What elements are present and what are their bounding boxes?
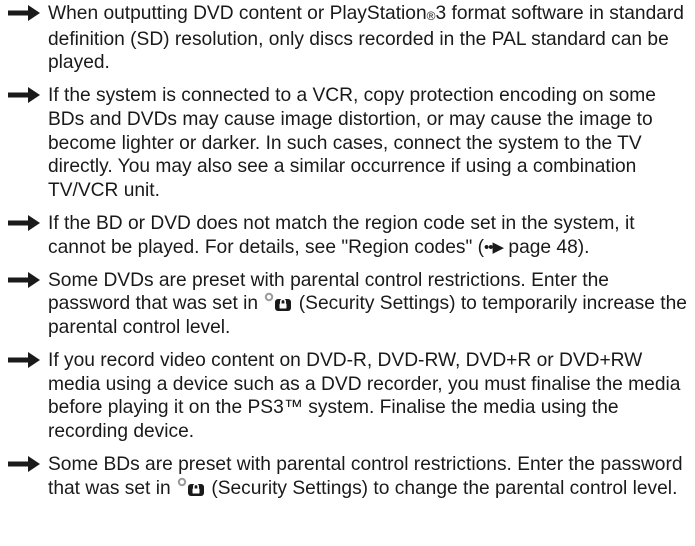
right-arrow-icon <box>8 271 40 288</box>
note-item: If the system is connected to a VCR, cop… <box>8 84 687 202</box>
security-settings-icon <box>176 477 206 497</box>
note-text: If the system is connected to a VCR, cop… <box>48 85 656 201</box>
page-reference-arrow-icon: ••▶ <box>484 238 504 256</box>
note-item: Some DVDs are preset with parental contr… <box>8 269 687 340</box>
registered-mark: ® <box>426 9 436 23</box>
note-item: If the BD or DVD does not match the regi… <box>8 212 687 259</box>
right-arrow-icon <box>8 352 40 369</box>
note-item: Some BDs are preset with parental contro… <box>8 453 687 500</box>
note-text: When outputting DVD content or PlayStati… <box>48 3 427 24</box>
note-text: page 48). <box>503 236 590 258</box>
right-arrow-icon <box>8 214 40 231</box>
notes-page: When outputting DVD content or PlayStati… <box>0 0 695 546</box>
right-arrow-icon <box>8 87 40 104</box>
note-item: If you record video content on DVD-R, DV… <box>8 349 687 443</box>
right-arrow-icon <box>8 456 40 473</box>
right-arrow-icon <box>8 5 40 21</box>
security-settings-icon <box>263 292 293 312</box>
note-text: If you record video content on DVD-R, DV… <box>48 350 681 442</box>
note-text: (Security Settings) to change the parent… <box>205 477 678 499</box>
note-item: When outputting DVD content or PlayStati… <box>8 2 687 75</box>
